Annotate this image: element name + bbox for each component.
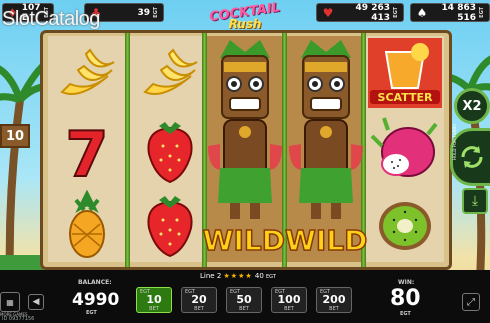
bet-value: 100 <box>277 293 301 306</box>
win-unit: EGT <box>400 311 411 317</box>
heart-icon: ♥ <box>322 5 334 20</box>
banana-symbol <box>60 48 115 95</box>
bet-button-10[interactable]: EGT 10 BET <box>136 287 172 313</box>
multiplier-label: X2 <box>462 98 482 114</box>
bet-label: BET <box>239 306 249 312</box>
bet-button-50[interactable]: EGT 50 BET <box>226 287 262 313</box>
strawberry-symbol <box>147 196 193 258</box>
win-value: 80 <box>390 286 421 311</box>
wooden-sign: 10 <box>0 124 30 148</box>
egt-label: EGT <box>153 7 159 18</box>
bet-label: BET <box>149 306 159 312</box>
jackpot-heart: ♥ 49 263 413 EGT <box>316 2 404 23</box>
egt-label: EGT <box>393 7 399 18</box>
bet-button-20[interactable]: EGT 20 BET <box>181 287 217 313</box>
line-unit: EGT <box>266 274 276 280</box>
balance-value: 4990 <box>72 290 120 310</box>
bet-value: 200 <box>322 293 346 306</box>
spin-arrows-icon <box>461 146 483 168</box>
win-label: WIN: <box>398 279 415 286</box>
bet-button-200[interactable]: EGT 200 BET <box>316 287 352 313</box>
jackpot-spade: ♠ 14 863 516 EGT <box>410 2 490 23</box>
collect-button[interactable]: ⤓ <box>462 188 488 214</box>
download-arrow-icon: ⤓ <box>471 193 479 209</box>
game-scene: 10 ♦ 107 E EGT ♣ 39 EGT ♥ 49 263 413 EGT… <box>0 0 490 323</box>
balance-unit: EGT <box>86 310 97 316</box>
dragon-fruit-symbol <box>370 117 438 177</box>
bet-value: 10 <box>146 293 162 306</box>
jackpot-spade-value: 14 863 516 <box>441 2 476 23</box>
jackpot-club-value: 39 <box>137 7 150 18</box>
line-win-info: Line 2 ★★★★ 40 EGT <box>200 272 276 280</box>
scatter-symbol: SCATTER <box>368 38 442 108</box>
bet-button-100[interactable]: EGT 100 BET <box>271 287 307 313</box>
stars-icon: ★★★★ <box>223 272 253 280</box>
seven-symbol: 7 <box>64 117 109 186</box>
fullscreen-icon: ⤢ <box>467 296 475 308</box>
more-games-button[interactable]: ▦ <box>0 292 20 312</box>
game-id: ID 09377156 <box>2 316 35 322</box>
wild-text: WILDWILD <box>203 224 368 256</box>
reel-divider <box>125 33 130 267</box>
pineapple-symbol <box>69 190 105 258</box>
hold-turbo-label: HOLD FOR TURBO <box>452 123 457 160</box>
strawberry-symbol <box>147 122 193 184</box>
line-text: Line 2 <box>200 272 222 280</box>
bet-label: BET <box>284 306 294 312</box>
spade-icon: ♠ <box>416 5 428 20</box>
bet-label: BET <box>329 306 339 312</box>
sound-button[interactable]: ◀ <box>28 294 44 310</box>
banana-symbol <box>143 48 198 95</box>
grid-icon: ▦ <box>6 297 14 307</box>
scatter-text: SCATTER <box>378 91 433 104</box>
kiwi-symbol <box>379 202 431 250</box>
fullscreen-button[interactable]: ⤢ <box>462 293 480 311</box>
wooden-sign-text: 10 <box>5 128 25 144</box>
egt-label: EGT <box>479 7 485 18</box>
speaker-icon: ◀ <box>32 297 40 307</box>
balance-label: BALANCE: <box>78 279 112 286</box>
jackpot-heart-value: 49 263 413 <box>355 2 390 23</box>
bet-label: BET <box>194 306 204 312</box>
wild-banner: WILDWILD <box>202 223 368 256</box>
bet-value: 20 <box>191 293 207 306</box>
bet-value: 50 <box>236 293 252 306</box>
multiplier-button[interactable]: X2 <box>454 88 490 124</box>
line-win: 40 <box>254 272 264 280</box>
watermark: SlotCatalog <box>2 8 100 30</box>
seven-text: 7 <box>65 118 108 186</box>
